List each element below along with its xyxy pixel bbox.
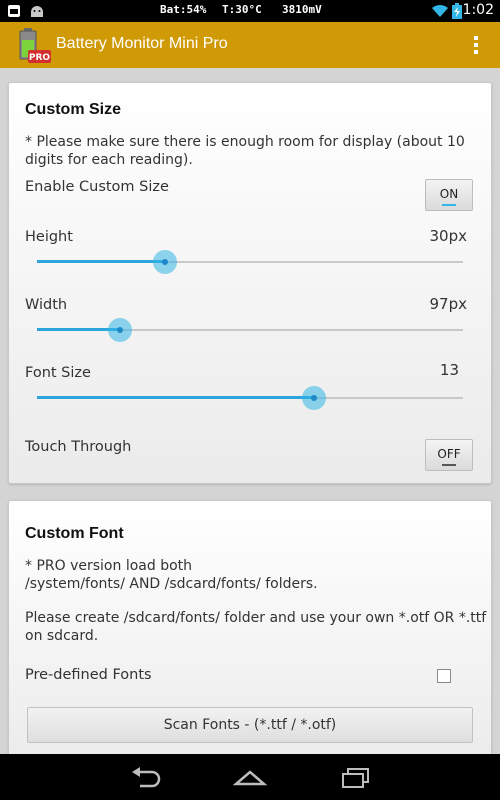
enable-custom-size-toggle[interactable]: ON [425,179,473,211]
app-title: Battery Monitor Mini Pro [56,35,228,52]
font-size-slider[interactable] [37,383,463,413]
touch-through-label: Touch Through [25,439,132,455]
font-size-slider-thumb[interactable] [301,386,326,410]
recent-apps-icon[interactable] [338,764,374,790]
toggle-off-indicator [442,464,456,466]
height-slider-thumb[interactable] [152,250,177,274]
toggle-on-indicator [442,204,456,206]
overflow-menu-icon[interactable] [472,34,480,56]
predefined-fonts-label: Pre-defined Fonts [25,667,152,683]
action-bar: PRO Battery Monitor Mini Pro [0,22,500,68]
predefined-fonts-checkbox[interactable] [437,669,451,683]
height-slider[interactable] [37,247,463,277]
scan-fonts-button[interactable]: Scan Fonts - (*.ttf / *.otf) [27,707,473,743]
custom-font-note2-line2: on sdcard. [25,628,99,644]
custom-font-note2-line1: Please create /sdcard/fonts/ folder and … [25,610,487,626]
custom-size-note: * Please make sure there is enough room … [25,134,465,168]
battery-charging-icon [452,3,462,19]
custom-size-title: Custom Size [25,101,122,118]
back-icon[interactable] [128,764,164,790]
font-size-value: 13 [439,361,459,379]
height-slider-fill [37,260,165,263]
status-bar: Bat:54% T:30°C 3810mV 1:02 [0,0,500,22]
pro-badge: PRO [29,53,51,63]
android-robot-icon [31,6,43,17]
custom-font-note1-line1: * PRO version load both [25,558,193,574]
home-icon[interactable] [232,764,268,790]
settings-content[interactable]: Custom Size * Please make sure there is … [0,68,500,754]
custom-font-title: Custom Font [25,525,124,542]
status-time: 1:02 [462,2,494,18]
touch-through-toggle[interactable]: OFF [425,439,473,471]
touch-toggle-label: OFF [437,447,461,461]
width-slider-thumb[interactable] [108,318,133,342]
custom-font-note1-line2: /system/fonts/ AND /sdcard/fonts/ folder… [25,576,318,592]
status-voltage-text: 3810mV [282,3,322,16]
width-label: Width [25,297,68,313]
navigation-bar [0,754,500,800]
status-battery-text: Bat:54% [160,3,207,16]
width-slider[interactable] [37,315,463,345]
wifi-icon [432,4,448,17]
custom-font-card: Custom Font * PRO version load both /sys… [8,500,492,754]
android-notification-icon [8,5,20,17]
height-value: 30px [429,227,468,245]
custom-size-card: Custom Size * Please make sure there is … [8,82,492,484]
font-size-label: Font Size [25,365,91,381]
status-temp-text: T:30°C [222,3,262,16]
width-value: 97px [429,295,468,313]
battery-app-icon: PRO [19,28,51,63]
enable-custom-size-label: Enable Custom Size [25,179,169,195]
font-size-slider-fill [37,396,314,399]
enable-toggle-label: ON [439,187,459,201]
height-label: Height [25,229,73,245]
